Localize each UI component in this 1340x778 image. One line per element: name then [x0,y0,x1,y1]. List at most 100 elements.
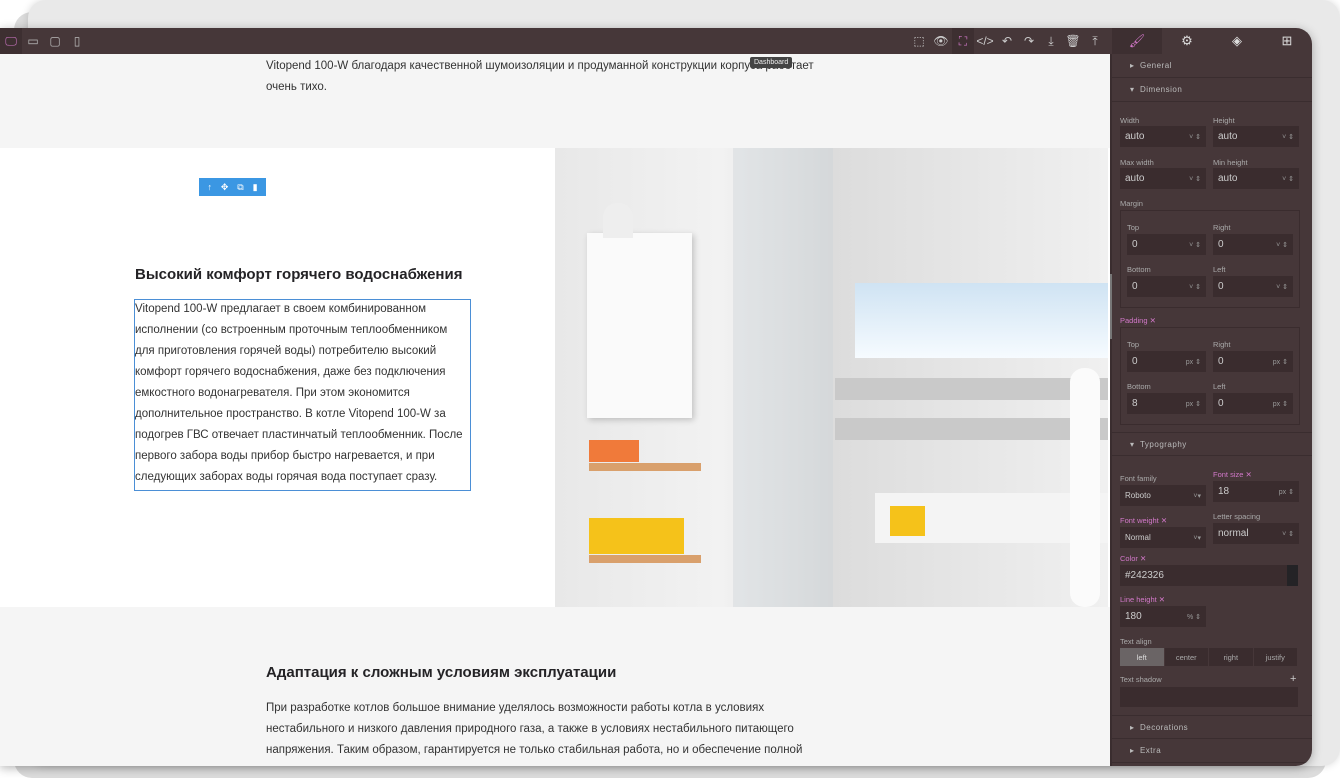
max-width-label: Max width [1120,158,1154,167]
undo-icon[interactable]: ↶ [996,28,1018,54]
text-line: емкостного водонагревателя. При этом эко… [135,387,410,399]
section-extra[interactable]: ▸ Extra [1112,739,1312,763]
align-justify-button[interactable]: justify [1254,648,1298,666]
text-line: Vitopend 100-W предлагает в своем комбин… [135,303,427,315]
section-heading[interactable]: Высокий комфорт горячего водоснабжения [135,266,462,283]
min-height-input[interactable]: auto ˅ ⇕ [1213,168,1299,189]
fullscreen-icon[interactable]: ⛶ [952,28,974,54]
margin-right-label: Right [1213,223,1231,232]
text-line: первого забора воды прибор быстро нагрев… [135,450,435,462]
style-manager-brush-icon[interactable]: 🖌 [1112,28,1162,54]
margin-right-input[interactable]: 0 ˅ ⇕ [1213,234,1293,255]
shelf-shape [589,463,701,471]
bathroom-boiler-image[interactable] [555,148,1108,607]
redo-icon[interactable]: ↷ [1018,28,1040,54]
margin-left-label: Left [1213,265,1226,274]
text-line: подогрев ГВС отвечает пластинчатый тепло… [135,429,463,441]
move-icon[interactable]: ✥ [221,182,229,193]
blocks-plus-icon[interactable]: ⊞ [1262,28,1312,54]
padding-left-label: Left [1213,382,1226,391]
section-label: Decorations [1139,722,1189,732]
letter-spacing-input[interactable]: normal ˅ ⇕ [1213,523,1299,544]
line-height-input[interactable]: 180% ⇕ [1120,606,1206,627]
margin-bottom-label: Bottom [1127,265,1151,274]
padding-label[interactable]: Padding ✕ [1120,316,1156,325]
page-canvas[interactable]: Vitopend 100-W благодаря качественной шу… [0,54,1110,766]
delete-icon[interactable]: ▮ [253,182,258,193]
text-line: очень тихо. [266,81,327,93]
text-line: следующих заборах воды горячая вода пост… [135,471,438,483]
text-line: дополнительное пространство. В котле Vit… [135,408,446,420]
align-right-button[interactable]: right [1209,648,1254,666]
margin-label: Margin [1120,199,1143,208]
margin-left-input[interactable]: 0 ˅ ⇕ [1213,276,1293,297]
margin-top-input[interactable]: 0 ˅ ⇕ [1127,234,1206,255]
margin-top-label: Top [1127,223,1140,232]
font-weight-select[interactable]: Normal ˅▾ [1120,527,1206,548]
padding-right-input[interactable]: 0 px ⇕ [1213,351,1293,372]
padding-bottom-input[interactable]: 8 px ⇕ [1127,393,1206,414]
select-parent-arrow-icon[interactable]: ↑ [207,182,212,192]
text-line: При разработке котлов большое внимание у… [266,702,765,714]
margin-bottom-input[interactable]: 0 ˅ ⇕ [1127,276,1206,297]
font-weight-label[interactable]: Font weight ✕ [1120,516,1167,525]
layers-icon[interactable]: ◈ [1212,28,1262,54]
window-shape [855,283,1108,358]
code-icon[interactable]: </> [974,28,996,54]
color-input[interactable]: #242326 [1120,565,1298,586]
intro-paragraph[interactable]: Vitopend 100-W благодаря качественной шу… [266,56,814,98]
flue-pipe-shape [603,203,633,238]
clone-icon[interactable]: ⧉ [237,182,243,193]
content-section: ↑ ✥ ⧉ ▮ Высокий комфорт горячего водосна… [0,148,1110,607]
outline-icon[interactable]: ⬚ [908,28,930,54]
trash-icon[interactable]: 🗑 [1062,28,1084,54]
upload-icon[interactable]: ⤒ [1084,28,1106,54]
selected-text-block[interactable]: Vitopend 100-W предлагает в своем комбин… [134,299,471,491]
text-line: исполнении (со встроенным проточным тепл… [135,324,448,336]
section2-paragraph[interactable]: При разработке котлов большое внимание у… [266,698,802,761]
stripe-shape [835,378,1108,400]
shelf-shape [589,555,701,563]
download-icon[interactable]: ⤓ [1040,28,1062,54]
color-swatch[interactable] [1287,565,1298,586]
section-dimension[interactable]: ▾ Dimension [1112,78,1312,102]
width-input[interactable]: auto ˅ ⇕ [1120,126,1206,147]
top-toolbar: 🖵 ▭ ▢ ▯ ⬚ 👁 ⛶ </> ↶ ↷ ⤓ 🗑 ⤒ 🖌 ⚙ ◈ ⊞ [0,28,1312,54]
font-size-label[interactable]: Font size ✕ [1213,470,1252,479]
padding-left-input[interactable]: 0 px ⇕ [1213,393,1293,414]
text-line: комфорт горячего водоснабжения, даже без… [135,366,446,378]
padding-top-input[interactable]: 0 px ⇕ [1127,351,1206,372]
align-center-button[interactable]: center [1165,648,1209,666]
color-label[interactable]: Color ✕ [1120,554,1146,563]
padding-right-label: Right [1213,340,1231,349]
line-height-label[interactable]: Line height ✕ [1120,595,1165,604]
mobile-device-icon[interactable]: ▯ [66,28,88,54]
tablet-device-icon[interactable]: ▢ [44,28,66,54]
height-input[interactable]: auto ˅ ⇕ [1213,126,1299,147]
add-shadow-plus-icon[interactable]: + [1290,673,1296,685]
style-manager-panel: ▸ General ▾ Dimension Width auto ˅ ⇕ Heig… [1112,54,1312,766]
section-typography[interactable]: ▾ Typography [1112,432,1312,456]
align-left-button[interactable]: left [1120,648,1165,666]
max-width-input[interactable]: auto ˅ ⇕ [1120,168,1206,189]
section-decorations[interactable]: ▸ Decorations [1112,715,1312,739]
text-line: напряжения. Таким образом, гарантируется… [266,744,803,756]
preview-eye-icon[interactable]: 👁 [930,28,952,54]
towel-shape [890,506,925,536]
component-toolbar: ↑ ✥ ⧉ ▮ [199,178,266,196]
desktop-device-icon[interactable]: 🖵 [0,28,22,54]
section-label: Extra [1139,746,1162,755]
padding-bottom-label: Bottom [1127,382,1151,391]
section-general[interactable]: ▸ General [1112,54,1312,78]
font-size-input[interactable]: 18 px ⇕ [1213,481,1299,502]
editor-window: 🖵 ▭ ▢ ▯ ⬚ 👁 ⛶ </> ↶ ↷ ⤓ 🗑 ⤒ 🖌 ⚙ ◈ ⊞ Vito… [0,28,1312,766]
min-height-label: Min height [1213,158,1248,167]
settings-gear-icon[interactable]: ⚙ [1162,28,1212,54]
boiler-shape [587,233,692,418]
tooltip: Dashboard [750,57,793,68]
section2-heading[interactable]: Адаптация к сложным условиям эксплуатаци… [266,664,616,681]
text-line: нестабильного и низкого давления природн… [266,723,794,735]
font-family-select[interactable]: Roboto ˅▾ [1120,485,1206,506]
laptop-device-icon[interactable]: ▭ [22,28,44,54]
glass-shower-shape [733,148,833,607]
